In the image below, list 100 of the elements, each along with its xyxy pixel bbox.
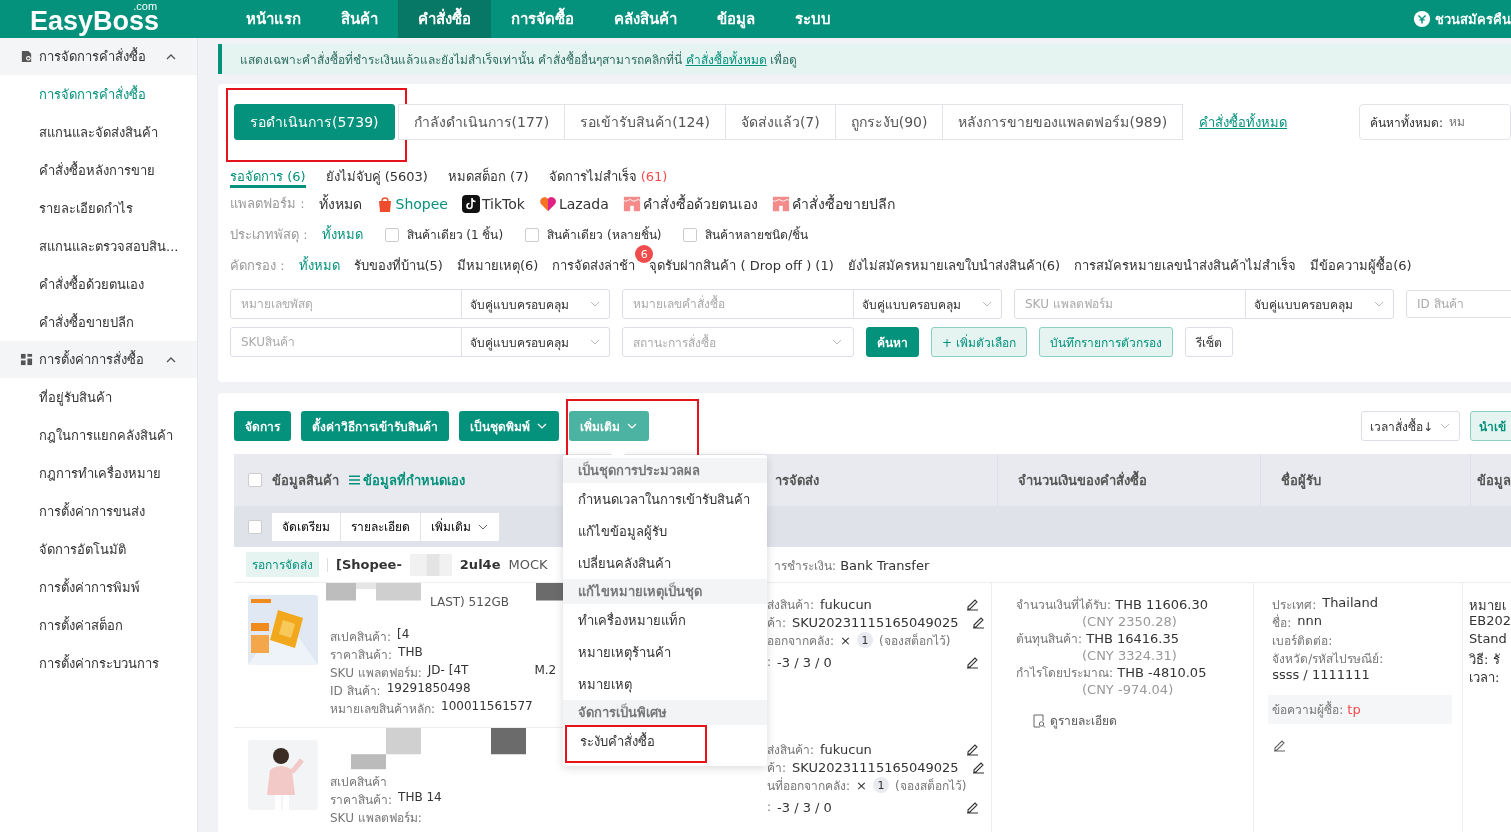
edit-icon[interactable]: [965, 655, 979, 669]
filter-option[interactable]: รับของที่บ้าน(5): [353, 255, 443, 276]
search-field[interactable]: SKUสินค้า: [230, 327, 462, 357]
sidebar-item[interactable]: คำสั่งซื้อหลังการขาย: [0, 151, 197, 189]
platform-option[interactable]: Lazada: [538, 194, 609, 213]
all-orders-link[interactable]: คำสั่งซื้อทั้งหมด: [1199, 111, 1288, 133]
nav-tab[interactable]: ข้อมูล: [697, 0, 776, 38]
sort-select[interactable]: เวลาสั่งซื้อ↓: [1360, 411, 1460, 441]
sub-tab[interactable]: ยังไม่จับคู่ (5603): [325, 166, 428, 188]
menu-item[interactable]: แก้ไขข้อมูลผู้รับ: [563, 515, 767, 547]
match-select[interactable]: จับคู่แบบครอบคลุม: [462, 289, 610, 319]
status-tab[interactable]: จัดส่งแล้ว(7): [724, 104, 836, 140]
edit-icon[interactable]: [970, 615, 985, 629]
sub-tab[interactable]: หมดสต็อก (7): [447, 166, 529, 188]
platform-option[interactable]: ทั้งหมด: [318, 192, 362, 215]
search-field[interactable]: หมายเลขพัสดุ: [230, 289, 462, 319]
global-search-field[interactable]: ค้นหาทั้งหมด: หม: [1359, 104, 1511, 140]
field-value: nnn: [1297, 613, 1322, 630]
field-value: THB 14: [398, 790, 442, 806]
platform-option[interactable]: คำสั่งซื้อด้วยตนเอง: [622, 192, 758, 215]
menu-group-header: เป็นชุดการประมวลผล: [563, 458, 767, 483]
platform-option[interactable]: คำสั่งซื้อขายปลีก: [771, 192, 895, 215]
sidebar-item[interactable]: สแกนและตรวจสอบสิน...: [0, 227, 197, 265]
sidebar-item[interactable]: กฎในการแยกคลังสินค้า: [0, 416, 197, 454]
nav-tab[interactable]: การจัดซื้อ: [491, 0, 595, 38]
filter-option[interactable]: ยังไม่สมัครหมายเลขใบนำส่งสินค้า(6): [847, 255, 1061, 276]
nav-tab[interactable]: คลังสินค้า: [594, 0, 698, 38]
sidebar-group[interactable]: การตั้งค่าการสั่งซื้อ: [0, 341, 197, 378]
menu-item[interactable]: ทำเครื่องหมายแท็ก: [563, 604, 767, 636]
toolbar-button[interactable]: จัดการ: [234, 411, 291, 441]
checkbox[interactable]: [248, 473, 262, 487]
checkbox[interactable]: [248, 519, 262, 534]
sidebar-item[interactable]: กฎการทำเครื่องหมาย: [0, 454, 197, 492]
sidebar-item[interactable]: จัดการอัตโนมัติ: [0, 530, 197, 568]
edit-icon[interactable]: [965, 597, 979, 611]
nav-tab[interactable]: ระบบ: [775, 0, 852, 38]
menu-item[interactable]: หมายเหตุ: [563, 668, 767, 700]
edit-icon[interactable]: [1272, 738, 1287, 752]
sub-tab[interactable]: รอจัดการ (6): [230, 166, 306, 188]
match-select[interactable]: จับคู่แบบครอบคลุม: [854, 289, 1002, 319]
shop-name: [Shopee-: [336, 557, 402, 572]
status-tab[interactable]: รอเข้ารับสินค้า(124): [564, 104, 726, 140]
platform-option[interactable]: TikTok: [461, 194, 525, 213]
field-label: ส่งสินค้า:: [767, 741, 815, 759]
sidebar-group[interactable]: การจัดการคำสั่งซื้อ: [0, 38, 197, 75]
field-label: ข้อความผู้ซื้อ:: [1272, 703, 1344, 717]
edit-icon[interactable]: [965, 800, 979, 814]
batch-button[interactable]: จัดเตรียม: [272, 512, 341, 541]
filter-button[interactable]: รีเซ็ต: [1184, 327, 1233, 357]
all-orders-link[interactable]: คำสั่งซื้อทั้งหมด: [685, 52, 767, 67]
filter-option[interactable]: ทั้งหมด: [298, 255, 340, 276]
sidebar-item[interactable]: การตั้งค่ากระบวนการ: [0, 644, 197, 682]
filter-button[interactable]: บันทึกรายการตัวกรอง: [1038, 327, 1173, 357]
logo[interactable]: EasyBoss .com: [30, 0, 160, 38]
field-label: เบอร์ติดต่อ:: [1272, 633, 1333, 649]
menu-item[interactable]: เปลี่ยนคลังสินค้า: [563, 547, 767, 579]
sidebar-item[interactable]: ที่อยู่รับสินค้า: [0, 378, 197, 416]
field-value: -3 / 3 / 0: [777, 654, 832, 670]
converted-amount: (CNY 2350.28): [1081, 614, 1178, 629]
match-select[interactable]: จับคู่แบบครอบคลุม: [462, 327, 610, 357]
invite-link[interactable]: ชวนสมัครคืน: [1435, 8, 1511, 30]
filter-button[interactable]: ค้นหา: [866, 327, 919, 357]
sidebar-item[interactable]: การจัดการคำสั่งซื้อ: [0, 75, 197, 113]
checkbox[interactable]: [683, 227, 698, 242]
nav-tab[interactable]: สินค้า: [321, 0, 399, 38]
filter-option[interactable]: มีข้อความผู้ซื้อ(6): [1310, 255, 1412, 276]
match-select[interactable]: จับคู่แบบครอบคลุม: [1246, 289, 1394, 319]
toolbar-button[interactable]: ตั้งค่าวิธีการเข้ารับสินค้า: [301, 411, 449, 441]
menu-item[interactable]: หมายเหตุร้านค้า: [563, 636, 767, 668]
field-label: ออกจากคลัง:: [767, 632, 835, 650]
checkbox[interactable]: [384, 227, 399, 242]
sidebar-item[interactable]: คำสั่งซื้อด้วยตนเอง: [0, 265, 197, 303]
sidebar-item[interactable]: สแกนและจัดส่งสินค้า: [0, 113, 197, 151]
status-tab[interactable]: หลังการขายของแพลตฟอร์ม(989): [942, 104, 1184, 140]
search-field[interactable]: หมายเลขคำสั่งซื้อ: [622, 289, 854, 319]
status-tab[interactable]: ถูกระงับ(90): [834, 104, 944, 140]
filter-option[interactable]: การสมัครหมายเลขนำส่งสินค้าไม่สำเร็จ: [1074, 255, 1297, 276]
status-tab[interactable]: รอดำเนินการ(5739): [234, 104, 395, 140]
toolbar-button[interactable]: เป็นชุดพิมพ์: [459, 411, 559, 441]
filter-option[interactable]: การจัดส่งล่าช้า: [552, 255, 636, 276]
filter-button[interactable]: + เพิ่มตัวเลือก: [931, 327, 1027, 357]
nav-tab[interactable]: หน้าแรก: [226, 0, 322, 38]
sidebar-item[interactable]: คำสั่งซื้อขายปลีก: [0, 303, 197, 341]
edit-icon[interactable]: [965, 742, 979, 756]
details-link[interactable]: ดูรายละเอียด: [1032, 711, 1254, 730]
platform-option[interactable]: Shopee: [375, 194, 448, 213]
search-field[interactable]: ID สินค้า: [1406, 290, 1511, 318]
sidebar-item[interactable]: การตั้งค่าการขนส่ง: [0, 492, 197, 530]
status-tab[interactable]: กำลังดำเนินการ(177): [397, 104, 566, 140]
sidebar-item[interactable]: รายละเอียดกำไร: [0, 189, 197, 227]
sidebar-item[interactable]: การตั้งค่าสต็อก: [0, 606, 197, 644]
nav-tab[interactable]: คำสั่งซื้อ: [398, 0, 492, 38]
edit-icon[interactable]: [970, 760, 985, 774]
sidebar-item[interactable]: การตั้งค่าการพิมพ์: [0, 568, 197, 606]
checkbox[interactable]: [525, 227, 540, 242]
sub-tab[interactable]: จัดการไม่สำเร็จ (61): [548, 166, 668, 188]
search-field[interactable]: SKU แพลตฟอร์ม: [1014, 289, 1246, 319]
filter-option[interactable]: ทั้งหมด: [321, 224, 363, 245]
menu-item[interactable]: ระงับคำสั่งซื้อ: [565, 725, 707, 763]
filter-option[interactable]: มีหมายเหตุ(6): [456, 255, 539, 276]
